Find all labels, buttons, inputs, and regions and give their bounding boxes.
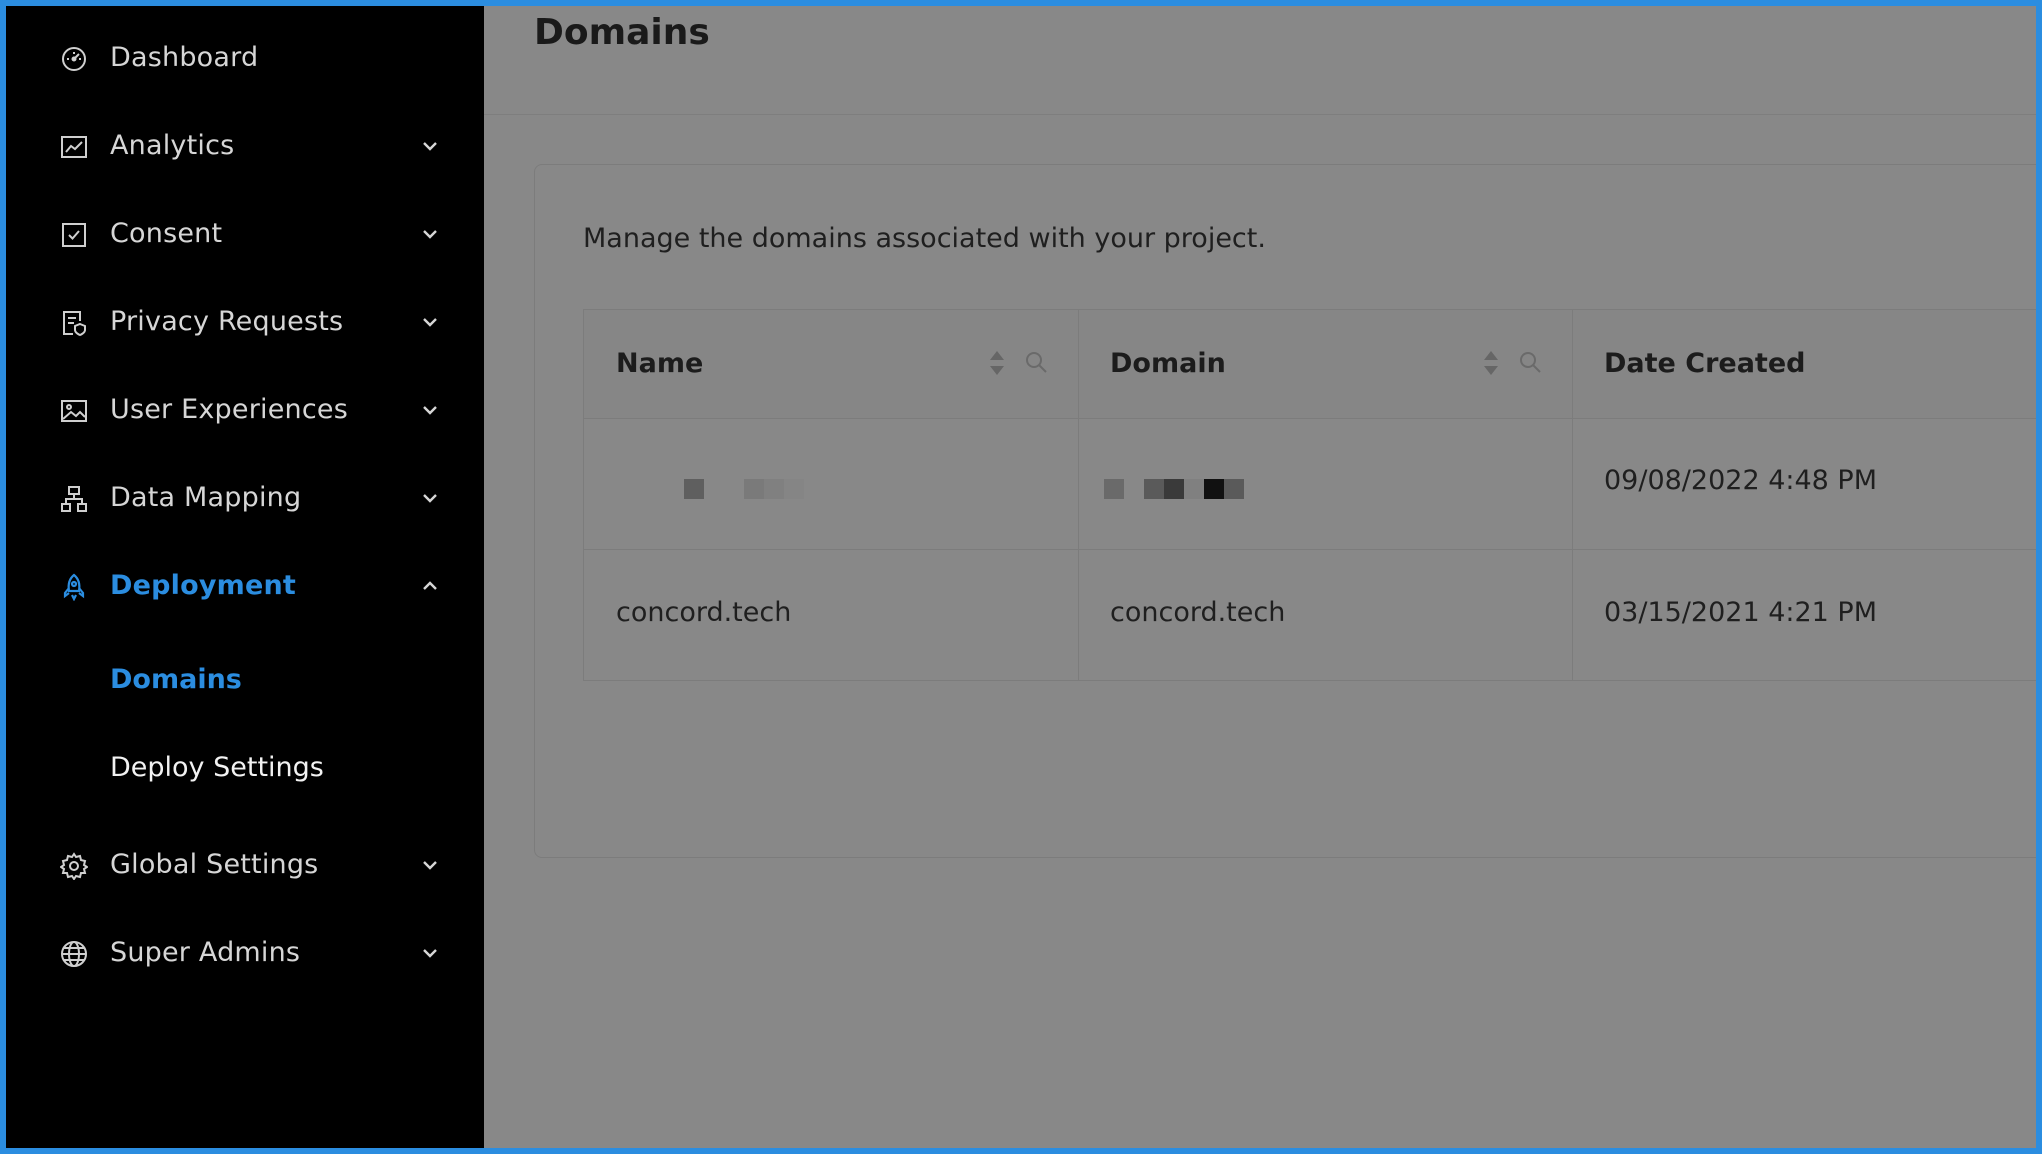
chevron-up-icon bbox=[420, 576, 440, 596]
sidebar-item-consent[interactable]: Consent bbox=[6, 204, 484, 264]
sort-icon[interactable] bbox=[1482, 348, 1500, 378]
dashboard-icon bbox=[60, 45, 88, 73]
sidebar-item-super-admins[interactable]: Super Admins bbox=[6, 923, 484, 983]
sidebar-item-user-experiences[interactable]: User Experiences bbox=[6, 380, 484, 440]
sidebar-item-privacy-requests[interactable]: Privacy Requests bbox=[6, 292, 484, 352]
search-icon[interactable] bbox=[1024, 350, 1048, 374]
header-divider bbox=[484, 114, 2036, 115]
cell-date-created: 09/08/2022 4:48 PM bbox=[1604, 465, 1877, 496]
domains-table: Name Domain Date Created 09/08/2022 4:48… bbox=[583, 309, 2036, 681]
sort-icon[interactable] bbox=[988, 348, 1006, 378]
sidebar-item-analytics[interactable]: Analytics bbox=[6, 116, 484, 176]
sidebar-item-global-settings[interactable]: Global Settings bbox=[6, 835, 484, 895]
cell-date-created: 03/15/2021 4:21 PM bbox=[1604, 597, 1877, 628]
sidebar: Dashboard Analytics Consent Privacy Requ… bbox=[6, 6, 484, 1148]
sidebar-item-label: Deployment bbox=[110, 570, 297, 601]
domains-card: Manage the domains associated with your … bbox=[534, 164, 2036, 858]
search-icon[interactable] bbox=[1518, 350, 1542, 374]
cell-name: concord.tech bbox=[616, 597, 792, 628]
app-frame: Dashboard Analytics Consent Privacy Requ… bbox=[6, 6, 2036, 1148]
sidebar-item-label: Privacy Requests bbox=[110, 306, 344, 337]
sidebar-item-label: Global Settings bbox=[110, 849, 319, 880]
chevron-down-icon bbox=[420, 943, 440, 963]
chevron-down-icon bbox=[420, 224, 440, 244]
chevron-down-icon bbox=[420, 488, 440, 508]
sidebar-item-label: User Experiences bbox=[110, 394, 348, 425]
sitemap-icon bbox=[60, 485, 88, 513]
sidebar-item-label: Data Mapping bbox=[110, 482, 302, 513]
chevron-down-icon bbox=[420, 136, 440, 156]
sidebar-item-data-mapping[interactable]: Data Mapping bbox=[6, 468, 484, 528]
gear-icon bbox=[59, 852, 89, 881]
chart-line-icon bbox=[60, 133, 88, 161]
cell-domain: concord.tech bbox=[1110, 597, 1286, 628]
sidebar-item-label: Consent bbox=[110, 218, 223, 249]
globe-icon bbox=[60, 940, 88, 968]
table-header: Name Domain Date Created bbox=[584, 310, 2036, 419]
chevron-down-icon bbox=[420, 400, 440, 420]
sidebar-item-label: Super Admins bbox=[110, 937, 301, 968]
column-header-domain[interactable]: Domain bbox=[1110, 348, 1226, 379]
column-header-name[interactable]: Name bbox=[616, 348, 703, 379]
page-description: Manage the domains associated with your … bbox=[583, 223, 1266, 254]
sidebar-item-label: Analytics bbox=[110, 130, 235, 161]
sidebar-subitem-domains[interactable]: Domains bbox=[110, 664, 242, 695]
sidebar-subitem-deploy-settings[interactable]: Deploy Settings bbox=[110, 752, 324, 783]
sidebar-item-deployment[interactable]: Deployment bbox=[6, 556, 484, 616]
page-title: Domains bbox=[534, 12, 710, 53]
column-header-date-created: Date Created bbox=[1604, 348, 1806, 379]
document-shield-icon bbox=[60, 309, 88, 337]
checkbox-icon bbox=[60, 221, 88, 249]
chevron-down-icon bbox=[420, 855, 440, 875]
table-row[interactable]: 09/08/2022 4:48 PM bbox=[584, 419, 2036, 550]
sidebar-item-label: Dashboard bbox=[110, 42, 259, 73]
main-content: Domains Manage the domains associated wi… bbox=[484, 6, 2036, 1148]
rocket-icon bbox=[60, 573, 88, 602]
chevron-down-icon bbox=[420, 312, 440, 332]
image-icon bbox=[60, 397, 88, 425]
sidebar-item-dashboard[interactable]: Dashboard bbox=[6, 28, 484, 88]
table-row[interactable]: concord.tech concord.tech 03/15/2021 4:2… bbox=[584, 549, 2036, 679]
